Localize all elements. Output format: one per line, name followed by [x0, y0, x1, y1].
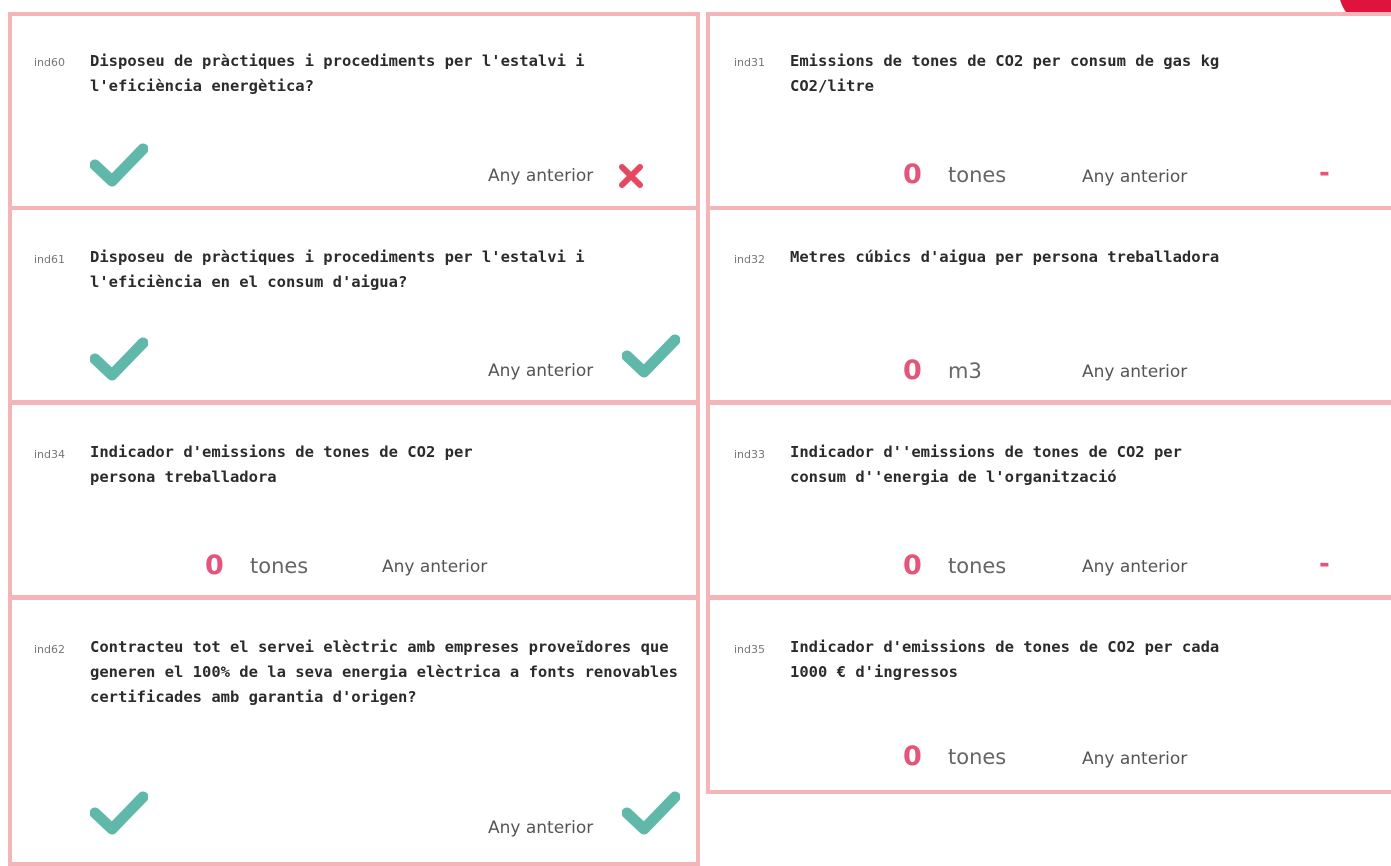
indicator-card-ind32: ind32 Metres cúbics d'aigua per persona …: [706, 206, 1391, 404]
indicator-value: 0: [205, 550, 224, 581]
indicator-question: Contracteu tot el servei elèctric amb em…: [90, 638, 678, 706]
check-icon: [90, 791, 148, 835]
indicator-unit: m3: [948, 359, 982, 383]
previous-year-value: -: [1319, 549, 1330, 579]
indicator-card-ind60: ind60 Disposeu de pràctiques i procedime…: [8, 12, 700, 210]
previous-year-label: Any anterior: [1082, 749, 1188, 769]
indicator-code: ind31: [734, 56, 766, 69]
indicator-card-ind34: ind34 Indicador d'emissions de tones de …: [8, 401, 700, 599]
indicator-value: 0: [903, 550, 922, 581]
previous-year-label: Any anterior: [1082, 362, 1188, 382]
check-icon: [90, 143, 148, 187]
indicator-unit: tones: [948, 554, 1007, 578]
indicator-unit: tones: [948, 163, 1007, 187]
indicator-value: 0: [903, 741, 922, 772]
indicator-code: ind61: [34, 253, 66, 266]
indicator-card-ind33: ind33 Indicador d''emissions de tones de…: [706, 401, 1391, 599]
previous-year-label: Any anterior: [382, 557, 488, 577]
indicator-code: ind62: [34, 643, 66, 656]
check-icon: [622, 791, 680, 835]
indicator-unit: tones: [250, 554, 309, 578]
previous-year-label: Any anterior: [1082, 557, 1188, 577]
indicator-unit: tones: [948, 745, 1007, 769]
previous-year-value: -: [1319, 158, 1330, 188]
indicator-code: ind32: [734, 253, 766, 266]
indicator-code: ind33: [734, 448, 766, 461]
previous-year-label: Any anterior: [488, 818, 594, 838]
previous-year-label: Any anterior: [488, 166, 594, 186]
indicator-card-ind35: ind35 Indicador d'emissions de tones de …: [706, 596, 1391, 794]
indicator-question: Disposeu de pràctiques i procediments pe…: [90, 248, 585, 291]
indicator-card-ind31: ind31 Emissions de tones de CO2 per cons…: [706, 12, 1391, 210]
indicator-card-ind62: ind62 Contracteu tot el servei elèctric …: [8, 596, 700, 866]
indicator-code: ind34: [34, 448, 66, 461]
indicator-question: Indicador d'emissions de tones de CO2 pe…: [790, 638, 1220, 681]
indicator-value: 0: [903, 355, 922, 386]
indicator-code: ind35: [734, 643, 766, 656]
previous-year-label: Any anterior: [1082, 167, 1188, 187]
cross-icon: [619, 164, 643, 188]
previous-year-label: Any anterior: [488, 361, 594, 381]
check-icon: [622, 334, 680, 378]
indicator-question: Metres cúbics d'aigua per persona trebal…: [790, 248, 1220, 266]
indicator-question: Emissions de tones de CO2 per consum de …: [790, 52, 1220, 95]
indicator-value: 0: [903, 159, 922, 190]
indicator-question: Disposeu de pràctiques i procediments pe…: [90, 52, 585, 95]
indicator-card-ind61: ind61 Disposeu de pràctiques i procedime…: [8, 206, 700, 404]
indicator-question: Indicador d''emissions de tones de CO2 p…: [790, 443, 1182, 486]
indicator-code: ind60: [34, 56, 66, 69]
indicator-question: Indicador d'emissions de tones de CO2 pe…: [90, 443, 473, 486]
check-icon: [90, 337, 148, 381]
